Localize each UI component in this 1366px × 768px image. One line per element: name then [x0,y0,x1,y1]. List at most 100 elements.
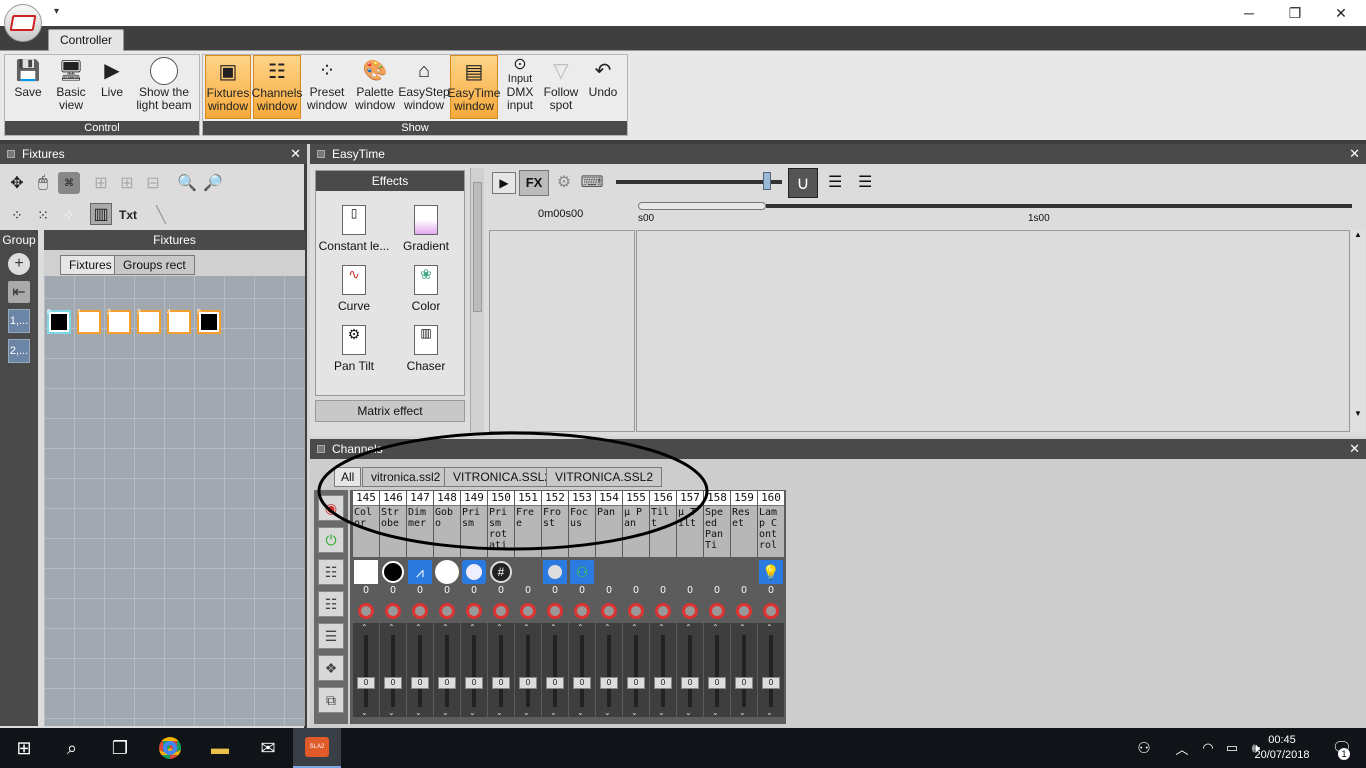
channel-fader[interactable]: ⌃ 0 ⌄ [434,623,460,717]
effect-constant-level[interactable]: ▯ Constant le... [316,205,392,259]
fader-handle[interactable]: 0 [627,677,645,689]
fader-down-icon[interactable]: ⌄ [604,708,611,717]
fixture-cell[interactable]: 4 [167,309,191,334]
sla-app-icon[interactable]: SLA2 [293,728,341,768]
fader-down-icon[interactable]: ⌄ [361,708,368,717]
tab-groups-rect[interactable]: Groups rect [114,255,195,275]
channel-list-icon[interactable]: ☰ [318,623,344,649]
layout-small-icon[interactable]: ⁘ [6,204,28,226]
magnet-icon[interactable]: ∪ [788,168,818,198]
channel-knob[interactable] [758,599,784,623]
close-button[interactable]: ✕ [1318,0,1364,26]
fader-up-icon[interactable]: ⌃ [361,623,368,632]
channel-preset-swatch[interactable]: 💡 [758,559,784,585]
clock[interactable]: 00:45 20/07/2018 [1250,733,1314,763]
follow-spot-button[interactable]: ▽ Follow spot [540,55,582,119]
fader-up-icon[interactable]: ⌃ [496,623,503,632]
import-group-icon[interactable]: ⇤ [8,281,30,303]
channel-knob[interactable] [434,599,460,623]
fader-down-icon[interactable]: ⌄ [712,708,719,717]
channel-knob[interactable] [488,599,514,623]
channel-preset-swatch[interactable]: # [488,559,514,585]
channel-knob[interactable] [461,599,487,623]
add-group-icon[interactable]: + [8,253,30,275]
ctrl-mouse-icon[interactable]: ⌘ [58,172,80,194]
mixer-icon[interactable]: ☷ [318,559,344,585]
fader-down-icon[interactable]: ⌄ [577,708,584,717]
channel-knob[interactable] [569,599,595,623]
channel-preset-swatch[interactable] [596,559,622,585]
effect-pan-tilt[interactable]: ⚙ Pan Tilt [316,325,392,379]
play-icon[interactable]: ▶ [492,172,516,194]
channel-preset-swatch[interactable] [542,559,568,585]
search-icon[interactable]: ⌕ [48,728,96,768]
track-list-area[interactable] [489,230,635,432]
channel-knob[interactable] [650,599,676,623]
timeline-scroll-track[interactable] [766,204,1352,208]
palette-apply-icon[interactable]: ❖ [318,655,344,681]
fixture-cell[interactable]: 1 [77,309,101,334]
channel-preset-swatch[interactable] [623,559,649,585]
scroll-up-icon[interactable]: ▲ [1351,230,1365,239]
channel-fader[interactable]: ⌃ 0 ⌄ [704,623,730,717]
grid-view-icon[interactable]: ▥ [90,203,112,225]
fader-down-icon[interactable]: ⌄ [415,708,422,717]
channel-knob[interactable] [704,599,730,623]
fader-handle[interactable]: 0 [384,677,402,689]
group-item[interactable]: 2,... [8,339,30,363]
preset-window-button[interactable]: ⁘ Preset window [304,55,350,119]
fader-up-icon[interactable]: ⌃ [685,623,692,632]
fader-handle[interactable]: 0 [600,677,618,689]
fixture-stack-icon[interactable]: ⧉ [318,687,344,713]
zoom-slider[interactable] [616,180,782,184]
effect-gradient[interactable]: Gradient [390,205,462,259]
align-left-icon[interactable]: ☰ [828,172,852,194]
fader-up-icon[interactable]: ⌃ [712,623,719,632]
fixture-cell[interactable]: 3 [137,309,161,334]
fader-down-icon[interactable]: ⌄ [523,708,530,717]
channel-fader[interactable]: ⌃ 0 ⌄ [758,623,784,717]
mail-icon[interactable]: ✉ [244,728,292,768]
zoom-out-icon[interactable]: 🔍 [176,172,198,194]
text-view-button[interactable]: Txt [116,204,140,226]
effect-chaser[interactable]: ▥ Chaser [390,325,462,379]
tab-fixtures[interactable]: Fixtures [60,255,121,275]
channel-knob[interactable] [677,599,703,623]
fader-handle[interactable]: 0 [762,677,780,689]
channel-fader[interactable]: ⌃ 0 ⌄ [596,623,622,717]
fader-down-icon[interactable]: ⌄ [766,708,773,717]
chrome-icon[interactable] [146,728,194,768]
scroll-down-icon[interactable]: ▼ [1351,409,1365,418]
fader-up-icon[interactable]: ⌃ [469,623,476,632]
channel-preset-swatch[interactable] [731,559,757,585]
fader-down-icon[interactable]: ⌄ [685,708,692,717]
fader-up-icon[interactable]: ⌃ [766,623,773,632]
palette-window-button[interactable]: 🎨 Palette window [352,55,398,119]
restore-button[interactable]: ❐ [1272,0,1318,26]
fader-up-icon[interactable]: ⌃ [523,623,530,632]
effect-color[interactable]: ❀ Color [390,265,462,319]
fixture-cell[interactable]: 6 [47,309,71,334]
channel-fader[interactable]: ⌃ 0 ⌄ [542,623,568,717]
channel-knob[interactable] [407,599,433,623]
battery-icon[interactable]: ▭ [1220,728,1244,768]
channel-fader[interactable]: ⌃ 0 ⌄ [731,623,757,717]
zoom-in-icon[interactable]: 🔎 [202,172,224,194]
channel-fader[interactable]: ⌃ 0 ⌄ [650,623,676,717]
fader-up-icon[interactable]: ⌃ [631,623,638,632]
light-beam-button[interactable]: Show the light beam [134,55,194,119]
fixtures-canvas[interactable] [44,230,305,726]
effects-scrollbar[interactable] [470,168,484,432]
fader-up-icon[interactable]: ⌃ [604,623,611,632]
close-icon[interactable]: ✕ [290,144,301,164]
channel-preset-swatch[interactable]: ⩘ [407,559,433,585]
move-icon[interactable]: ✥ [6,172,28,194]
close-icon[interactable]: ✕ [1349,144,1360,164]
channel-fader[interactable]: ⌃ 0 ⌄ [407,623,433,717]
fader-up-icon[interactable]: ⌃ [550,623,557,632]
channel-knob[interactable] [596,599,622,623]
settings-icon[interactable]: ⚙ [552,172,576,194]
live-button[interactable]: ▶ Live [94,55,130,119]
channel-preset-swatch[interactable] [380,559,406,585]
channel-preset-swatch[interactable] [461,559,487,585]
